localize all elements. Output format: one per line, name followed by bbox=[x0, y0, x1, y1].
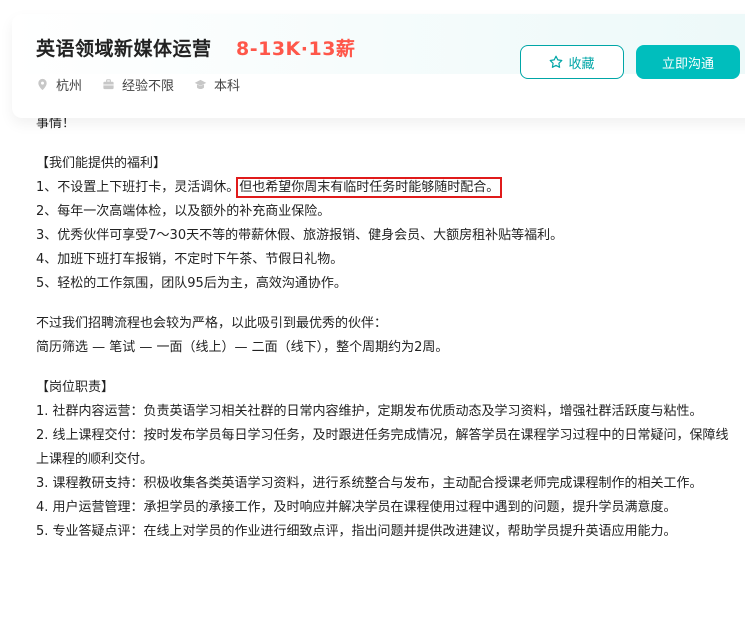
duty-item: 1. 社群内容运营：负责英语学习相关社群的日常内容维护，定期发布优质动态及学习资… bbox=[36, 404, 703, 419]
duty-item: 3. 课程教研支持：积极收集各类英语学习资料，进行系统整合与发布，主动配合授课老… bbox=[36, 476, 703, 491]
experience-text: 经验不限 bbox=[122, 79, 175, 94]
job-meta: 杭州 经验不限 本科 bbox=[36, 75, 260, 94]
favorite-label: 收藏 bbox=[568, 56, 595, 72]
education-text: 本科 bbox=[214, 79, 241, 94]
benefit-item: 2、每年一次高端体检，以及额外的补充商业保险。 bbox=[36, 204, 331, 219]
meta-education: 本科 bbox=[194, 75, 240, 94]
star-icon bbox=[550, 55, 563, 68]
meta-location: 杭州 bbox=[36, 75, 82, 94]
process-intro: 不过我们招聘流程也会较为严格，以此吸引到最优秀的伙伴： bbox=[36, 316, 388, 331]
duty-item: 2. 线上课程交付：按时发布学员每日学习任务，及时跟进任务完成情况，解答学员在课… bbox=[36, 428, 729, 467]
benefit-item: 4、加班下班打车报销，不定时下午茶、节假日礼物。 bbox=[36, 252, 344, 267]
location-pin-icon bbox=[38, 78, 47, 91]
job-description: 事情！ 【我们能提供的福利】 1、不设置上下班打卡，灵活调休。但也希望你周末有临… bbox=[36, 112, 736, 544]
salary: 8-13K·13薪 bbox=[236, 38, 356, 60]
job-header-card: 英语领域新媒体运营 8-13K·13薪 杭州 经验不限 本科 收藏 立即沟通 bbox=[12, 14, 745, 118]
benefit-item: 1、不设置上下班打卡，灵活调休。但也希望你周末有临时任务时能够随时配合。 bbox=[36, 176, 736, 200]
meta-experience: 经验不限 bbox=[102, 75, 174, 94]
benefit-item: 5、轻松的工作氛围，团队95后为主，高效沟通协作。 bbox=[36, 276, 347, 291]
benefit-item: 3、优秀伙伴可享受7～30天不等的带薪休假、旅游报销、健身会员、大额房租补贴等福… bbox=[36, 228, 564, 243]
location-text: 杭州 bbox=[56, 79, 83, 94]
chat-now-button[interactable]: 立即沟通 bbox=[636, 45, 740, 79]
favorite-button[interactable]: 收藏 bbox=[520, 45, 624, 79]
benefits-heading: 【我们能提供的福利】 bbox=[36, 156, 167, 171]
chat-label: 立即沟通 bbox=[661, 56, 714, 72]
benefit-text: 1、不设置上下班打卡，灵活调休。 bbox=[36, 180, 240, 195]
highlighted-text: 但也希望你周末有临时任务时能够随时配合。 bbox=[236, 177, 503, 198]
graduation-cap-icon bbox=[194, 79, 207, 89]
duty-item: 5. 专业答疑点评：在线上对学员的作业进行细致点评，指出问题并提供改进建议，帮助… bbox=[36, 524, 677, 539]
job-title: 英语领域新媒体运营 bbox=[36, 38, 212, 60]
process-steps: 简历筛选 — 笔试 — 一面（线上）— 二面（线下），整个周期约为2周。 bbox=[36, 340, 449, 355]
briefcase-icon bbox=[103, 79, 114, 90]
duties-heading: 【岗位职责】 bbox=[36, 380, 115, 395]
duty-item: 4. 用户运营管理：承担学员的承接工作，及时响应并解决学员在课程使用过程中遇到的… bbox=[36, 500, 677, 515]
